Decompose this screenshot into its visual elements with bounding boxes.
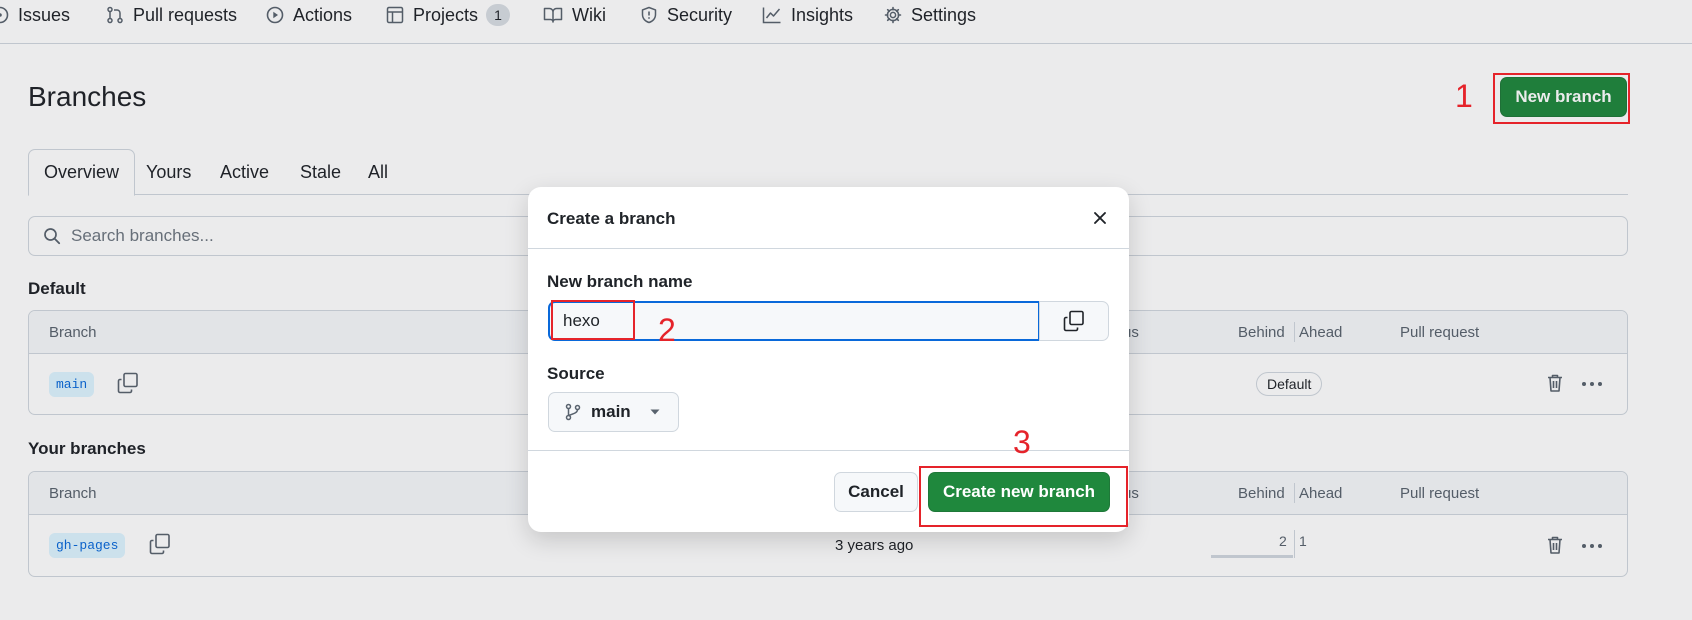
nav-projects-label: Projects <box>413 4 479 25</box>
nav-security[interactable]: Security <box>640 0 732 30</box>
search-icon <box>44 228 61 245</box>
copy-icon[interactable] <box>117 372 139 394</box>
search-placeholder: Search branches... <box>71 226 214 245</box>
behind-ahead-divider <box>1294 530 1295 558</box>
git-pull-request-icon <box>107 6 123 24</box>
tab-yours[interactable]: Yours <box>146 149 191 195</box>
col-pull-request: Pull request <box>1400 485 1480 502</box>
copy-icon[interactable] <box>149 533 171 555</box>
nav-pull-requests[interactable]: Pull requests <box>106 0 237 30</box>
nav-insights[interactable]: Insights <box>762 0 853 30</box>
branch-name-link[interactable]: main <box>49 372 95 397</box>
close-icon <box>1094 212 1106 224</box>
updated-time: 3 years ago <box>835 537 914 554</box>
source-label: Source <box>547 364 605 383</box>
nav-actions[interactable]: Actions <box>266 0 352 30</box>
ahead-count: 1 <box>1299 533 1307 549</box>
behind-bar <box>1211 555 1293 558</box>
nav-wiki-label: Wiki <box>572 4 606 25</box>
col-branch: Branch <box>49 324 97 341</box>
annotation-number-1: 1 <box>1455 78 1473 114</box>
graph-icon <box>762 7 781 24</box>
git-branch-icon <box>565 403 581 421</box>
nav-settings-label: Settings <box>911 4 977 25</box>
dialog-title: Create a branch <box>547 209 676 228</box>
default-heading: Default <box>28 279 86 298</box>
col-ahead: Ahead <box>1299 485 1343 502</box>
trash-icon[interactable] <box>1546 373 1564 393</box>
col-branch: Branch <box>49 485 97 502</box>
tab-overview[interactable]: Overview <box>28 149 136 196</box>
col-behind: Behind <box>1238 485 1285 502</box>
repo-nav: Issues Pull requests Actions Projects 1 … <box>0 0 1692 44</box>
default-badge: Default <box>1256 372 1323 396</box>
issue-opened-icon <box>0 6 9 24</box>
tab-stale[interactable]: Stale <box>300 149 341 195</box>
your-branches-heading: Your branches <box>28 439 146 458</box>
nav-security-label: Security <box>667 4 733 25</box>
trash-icon[interactable] <box>1546 535 1564 555</box>
tab-active[interactable]: Active <box>220 149 269 195</box>
annotation-box-3 <box>919 466 1128 527</box>
col-pull-request: Pull request <box>1400 324 1480 341</box>
behind-ahead-divider <box>1294 483 1295 503</box>
projects-counter: 1 <box>486 4 511 26</box>
behind-count: 2 <box>1279 533 1287 549</box>
nav-insights-label: Insights <box>791 4 854 25</box>
page-title: Branches <box>28 81 147 112</box>
gear-icon <box>884 6 902 24</box>
nav-issues[interactable]: Issues <box>0 0 70 30</box>
nav-wiki[interactable]: Wiki <box>543 0 606 30</box>
book-icon <box>543 7 563 23</box>
cancel-button[interactable]: Cancel <box>834 472 918 512</box>
copy-icon <box>1063 310 1084 332</box>
close-button[interactable] <box>1087 205 1113 231</box>
col-behind: Behind <box>1238 324 1285 341</box>
nav-settings[interactable]: Settings <box>884 0 976 30</box>
kebab-horizontal-icon[interactable] <box>1581 381 1603 387</box>
annotation-box-1 <box>1493 73 1630 124</box>
nav-pull-requests-label: Pull requests <box>133 4 238 25</box>
nav-actions-label: Actions <box>293 4 353 25</box>
branch-name-label: New branch name <box>547 272 693 291</box>
table-icon <box>386 6 404 24</box>
source-branch-dropdown[interactable]: main <box>548 392 679 432</box>
triangle-down-icon <box>650 409 660 415</box>
tab-all[interactable]: All <box>368 149 388 195</box>
branch-name-link[interactable]: gh-pages <box>49 533 126 558</box>
behind-ahead-divider <box>1294 322 1295 342</box>
play-icon <box>266 6 284 24</box>
kebab-horizontal-icon[interactable] <box>1581 543 1603 549</box>
annotation-number-2: 2 <box>658 312 676 348</box>
shield-icon <box>641 6 657 24</box>
nav-projects[interactable]: Projects 1 <box>386 0 511 30</box>
annotation-number-3: 3 <box>1013 424 1031 460</box>
dialog-header: Create a branch <box>528 187 1129 249</box>
col-ahead: Ahead <box>1299 324 1343 341</box>
source-branch-value: main <box>591 402 631 421</box>
nav-issues-label: Issues <box>18 4 71 25</box>
annotation-box-2 <box>551 300 635 340</box>
copy-branch-name-button[interactable] <box>1039 301 1109 341</box>
